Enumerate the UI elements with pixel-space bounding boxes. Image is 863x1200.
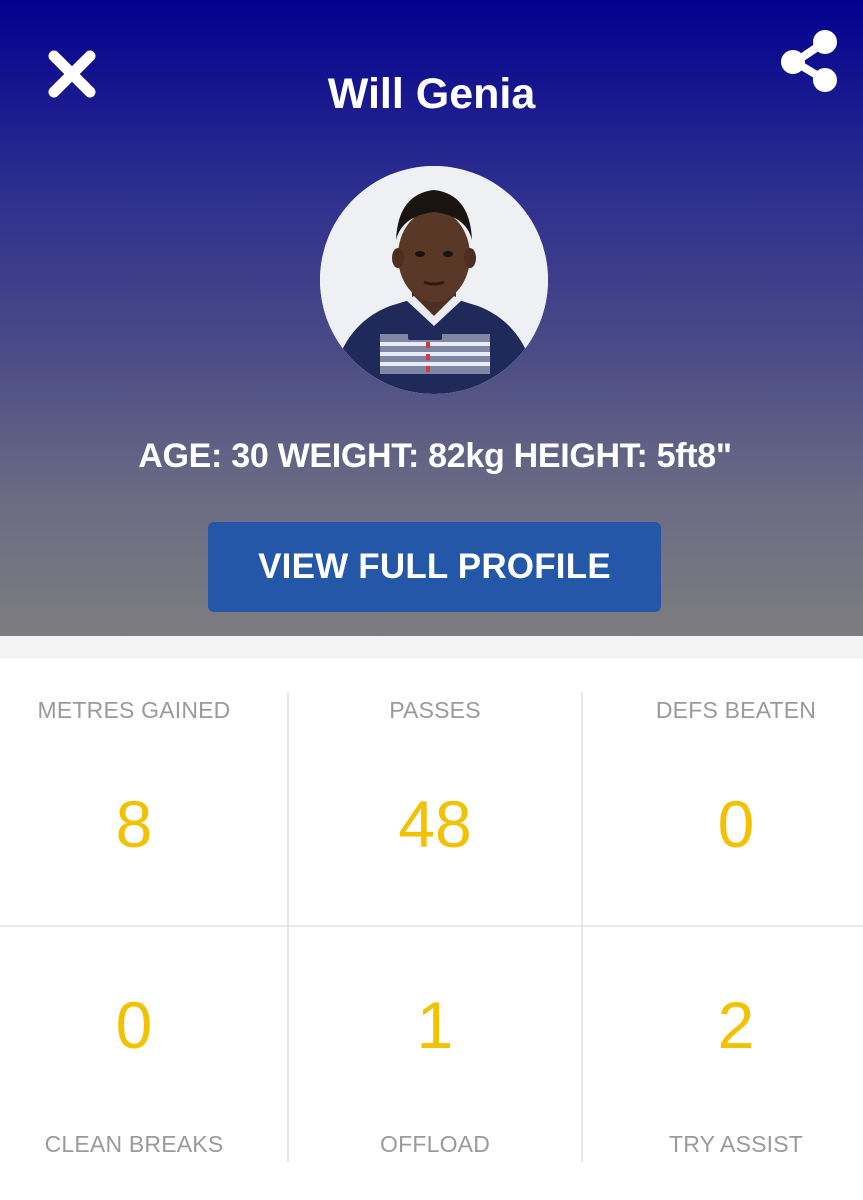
player-info: AGE: 30 WEIGHT: 82kg HEIGHT: 5ft8" xyxy=(138,437,732,475)
player-name: Will Genia xyxy=(327,70,536,118)
share-button[interactable] xyxy=(778,28,844,94)
stats-grid: METRES GAINED 8 PASSES 48 DEFS BEATEN 0 … xyxy=(0,658,863,1200)
stat-value-clean-breaks: 0 xyxy=(115,988,153,1062)
stat-label-clean-breaks: CLEAN BREAKS xyxy=(44,1131,224,1157)
share-icon xyxy=(781,30,837,92)
section-divider xyxy=(0,636,863,658)
view-full-profile-button[interactable]: VIEW FULL PROFILE xyxy=(208,522,661,612)
player-header: Will Genia AGE: 30 WEIGHT: 82kg HEIGHT: … xyxy=(0,0,863,636)
stat-value-defs-beaten: 0 xyxy=(717,787,755,861)
player-avatar xyxy=(320,166,548,394)
stat-value-try-assist: 2 xyxy=(717,988,755,1062)
stat-label-try-assist: TRY ASSIST xyxy=(668,1131,804,1157)
stat-label-metres-gained: METRES GAINED xyxy=(37,697,231,723)
stat-label-defs-beaten: DEFS BEATEN xyxy=(655,697,817,723)
stat-label-passes: PASSES xyxy=(389,697,481,723)
stat-value-metres-gained: 8 xyxy=(115,787,153,861)
stat-value-passes: 48 xyxy=(398,787,472,861)
grid-divider xyxy=(0,925,863,927)
grid-divider xyxy=(287,692,289,1162)
stat-label-offload: OFFLOAD xyxy=(379,1131,491,1157)
grid-divider xyxy=(581,692,583,1162)
stat-value-offload: 1 xyxy=(416,988,454,1062)
